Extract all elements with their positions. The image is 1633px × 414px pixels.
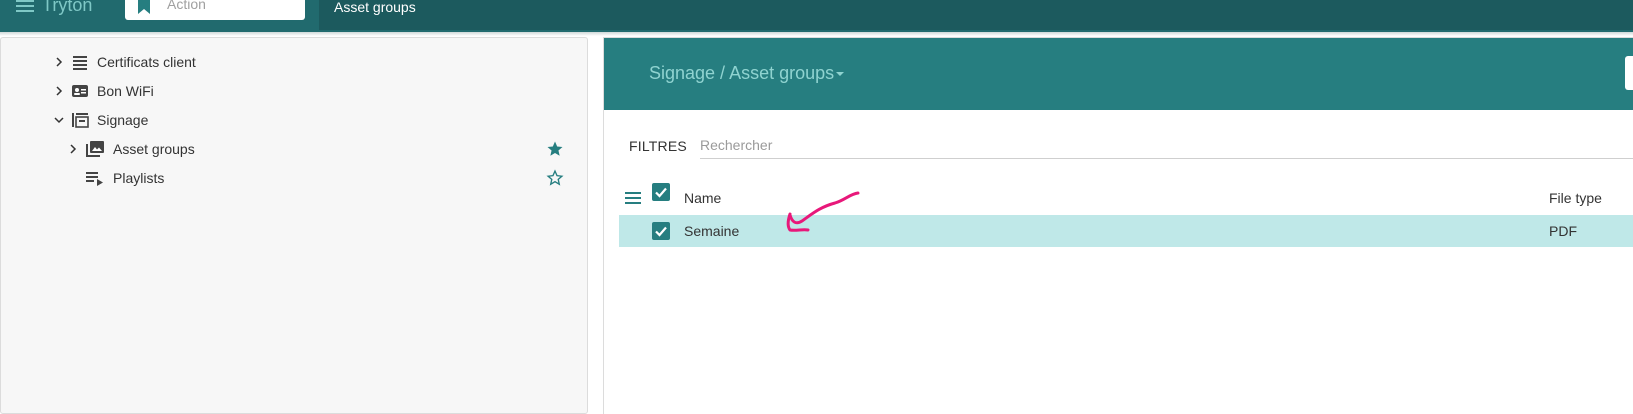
breadcrumb[interactable]: Signage / Asset groups xyxy=(649,63,845,84)
sidebar-item-bon-wifi[interactable]: Bon WiFi xyxy=(52,77,154,105)
app-title[interactable]: Tryton xyxy=(42,0,92,16)
sidebar-item-label: Certificats client xyxy=(97,54,196,70)
sidebar-item-label: Signage xyxy=(97,112,149,128)
row-checkbox[interactable] xyxy=(652,222,670,240)
chevron-down-icon[interactable] xyxy=(52,116,66,124)
photo-library-icon xyxy=(86,141,104,157)
sidebar: Certificats client Bon WiFi Signage Asse… xyxy=(0,37,588,414)
star-outline-icon[interactable] xyxy=(546,169,564,187)
chevron-right-icon[interactable] xyxy=(66,144,80,154)
sidebar-item-asset-groups[interactable]: Asset groups xyxy=(66,135,195,163)
column-header-file-type[interactable]: File type xyxy=(1549,190,1602,206)
top-bar: Tryton Asset groups xyxy=(0,0,1633,32)
action-search-box[interactable] xyxy=(125,0,305,20)
search-input[interactable] xyxy=(700,131,1633,159)
menu-button[interactable] xyxy=(16,0,34,14)
list-icon xyxy=(73,56,87,70)
select-all-checkbox[interactable] xyxy=(652,183,670,201)
column-header-name[interactable]: Name xyxy=(684,190,721,206)
chevron-right-icon[interactable] xyxy=(52,86,66,96)
sidebar-item-label: Asset groups xyxy=(113,141,195,157)
tab-label: Asset groups xyxy=(334,0,416,15)
sidebar-item-label: Playlists xyxy=(113,170,165,186)
list-menu-icon[interactable] xyxy=(625,191,641,205)
checkmark-icon xyxy=(655,187,667,198)
bookmark-icon[interactable] xyxy=(137,0,151,14)
topbar-shadow xyxy=(0,32,1633,36)
checkmark-icon xyxy=(655,226,667,237)
breadcrumb-text: Signage / Asset groups xyxy=(649,63,835,83)
playlist-icon xyxy=(86,172,103,186)
chevron-right-icon[interactable] xyxy=(52,57,66,67)
table-row[interactable]: Semaine PDF xyxy=(619,215,1633,247)
action-input[interactable] xyxy=(167,0,297,14)
sidebar-item-playlists[interactable]: Playlists xyxy=(80,164,164,192)
hamburger-menu-icon xyxy=(16,0,34,12)
sidebar-item-label: Bon WiFi xyxy=(97,83,154,99)
signage-icon xyxy=(72,113,89,128)
main-panel: Signage / Asset groups FILTRES Name File… xyxy=(603,37,1633,414)
sidebar-item-signage[interactable]: Signage xyxy=(52,106,148,134)
sidebar-item-certificats-client[interactable]: Certificats client xyxy=(52,48,196,76)
cell-file-type: PDF xyxy=(1549,223,1577,239)
caret-down-icon xyxy=(836,72,845,77)
cell-name: Semaine xyxy=(684,223,740,239)
main-header: Signage / Asset groups xyxy=(604,38,1633,110)
tab-asset-groups[interactable]: Asset groups xyxy=(319,0,1633,30)
header-button[interactable] xyxy=(1625,56,1633,90)
star-filled-icon[interactable] xyxy=(546,140,564,158)
filters-label: FILTRES xyxy=(629,138,687,154)
badge-icon xyxy=(72,85,88,97)
